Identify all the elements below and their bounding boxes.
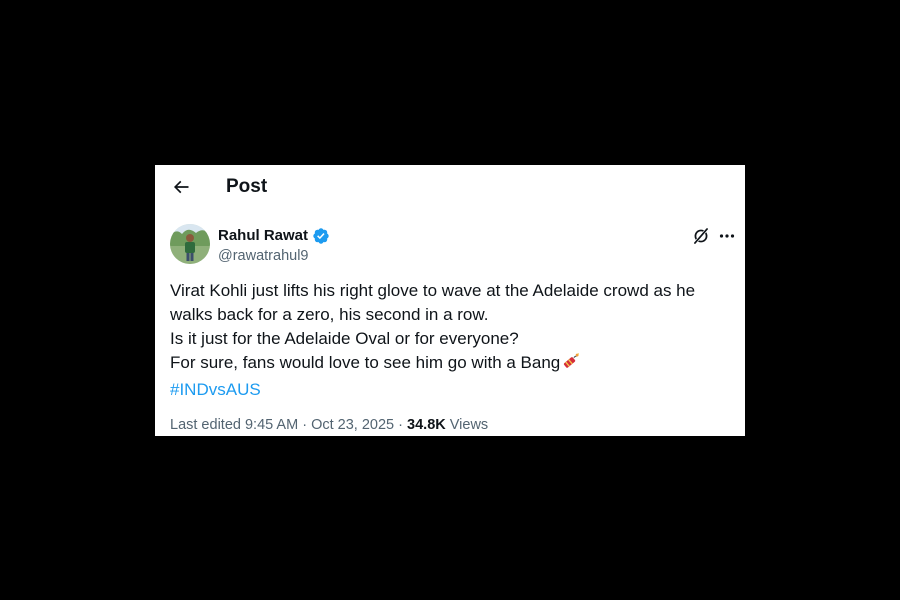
page-title: Post (226, 176, 268, 197)
meta-separator: · (302, 417, 308, 433)
edited-label[interactable]: Last edited (170, 417, 241, 433)
views-count: 34.8K (407, 417, 446, 433)
post-date[interactable]: Oct 23, 2025 (311, 417, 394, 433)
grok-button[interactable] (690, 225, 712, 247)
tweet-line-with-emoji: For sure, fans would love to see him go … (170, 351, 730, 378)
meta-separator: · (398, 417, 403, 433)
author-handle[interactable]: @rawatrahul9 (218, 246, 330, 266)
tweet-line: walks back for a zero, his second in a r… (170, 305, 489, 324)
post-card: Post Rahul Rawat @rawatrahul9 Virat Kohl… (155, 165, 745, 436)
tweet-line: For sure, fans would love to see him go … (170, 353, 561, 372)
author-block: Rahul Rawat @rawatrahul9 (218, 226, 330, 266)
firecracker-emoji (561, 352, 580, 378)
hashtag-link[interactable]: #INDvsAUS (170, 378, 730, 402)
post-meta: Last edited 9:45 AM · Oct 23, 2025 · 34.… (170, 415, 488, 435)
tweet-line: Virat Kohli just lifts his right glove t… (170, 281, 696, 300)
post-header: Post (155, 165, 745, 209)
more-horizontal-icon (719, 234, 735, 238)
grok-icon (694, 228, 708, 244)
post-time[interactable]: 9:45 AM (245, 417, 298, 433)
author-display-name[interactable]: Rahul Rawat (218, 226, 308, 246)
tweet-text: Virat Kohli just lifts his right glove t… (170, 279, 730, 402)
more-options-button[interactable] (716, 225, 738, 247)
avatar[interactable] (170, 224, 210, 264)
back-button[interactable] (169, 175, 193, 199)
views-label: Views (449, 417, 489, 433)
tweet-line: Is it just for the Adelaide Oval or for … (170, 329, 519, 348)
arrow-left-icon (173, 180, 189, 194)
verified-badge-icon (312, 227, 330, 245)
